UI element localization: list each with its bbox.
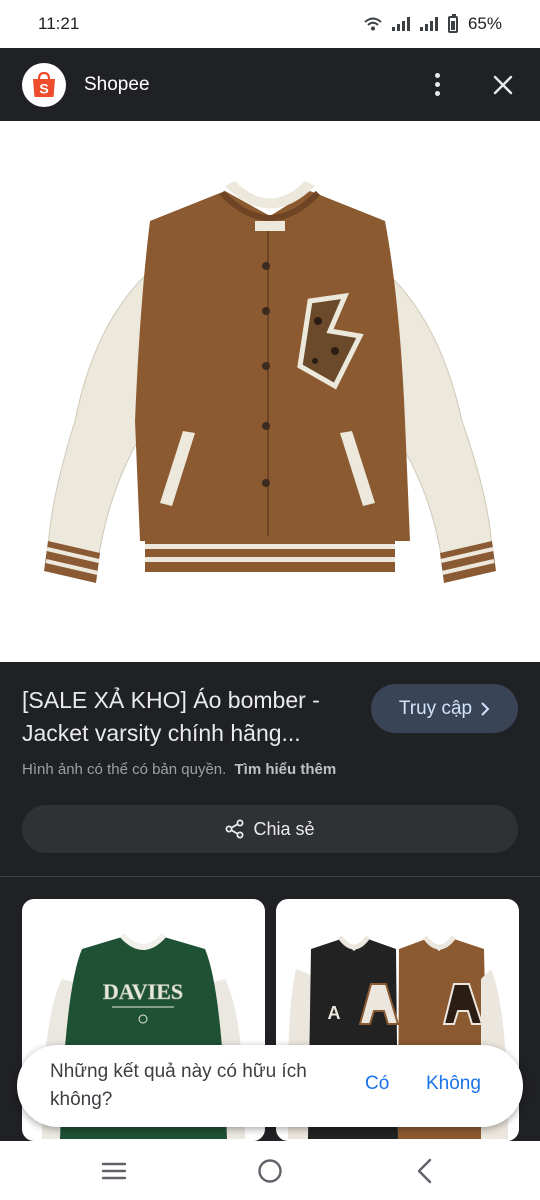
- system-nav-bar: [0, 1141, 540, 1200]
- feedback-yes-button[interactable]: Có: [365, 1073, 389, 1095]
- davies-logo-text: DAVIES: [103, 979, 183, 1004]
- copyright-notice: Hình ảnh có thể có bản quyền. Tìm hiểu t…: [22, 761, 336, 778]
- divider: [0, 876, 540, 877]
- recent-apps-icon[interactable]: [98, 1155, 130, 1187]
- battery-icon: [447, 13, 458, 33]
- home-icon[interactable]: [254, 1155, 286, 1187]
- shopee-logo: S: [22, 62, 66, 107]
- visit-label: Truy cập: [398, 697, 473, 719]
- wifi-icon: [364, 17, 382, 31]
- logo-letter: S: [39, 80, 48, 96]
- black-jacket-patch: A: [328, 1003, 341, 1023]
- product-image[interactable]: [0, 121, 540, 662]
- signal-icon: [391, 17, 410, 31]
- close-icon[interactable]: [488, 70, 518, 100]
- share-label: Chia sẻ: [253, 818, 315, 839]
- varsity-jacket-image: [44, 181, 496, 583]
- share-button[interactable]: Chia sẻ: [22, 805, 518, 853]
- more-options-icon[interactable]: [422, 70, 452, 100]
- status-icons: 65%: [364, 13, 502, 34]
- signal-icon: [419, 17, 438, 31]
- feedback-no-button[interactable]: Không: [426, 1073, 481, 1095]
- status-bar: 11:21 65%: [0, 0, 540, 48]
- share-icon: [225, 819, 244, 839]
- feedback-question: Những kết quả này có hữu ích không?: [50, 1061, 307, 1110]
- copyright-text: Hình ảnh có thể có bản quyền.: [22, 761, 227, 778]
- header-title: Shopee: [84, 73, 150, 95]
- feedback-banner: Những kết quả này có hữu ích không? Có K…: [17, 1045, 523, 1127]
- learn-more-link[interactable]: Tìm hiểu thêm: [235, 761, 337, 778]
- back-icon[interactable]: [409, 1155, 441, 1187]
- product-title[interactable]: [SALE XẢ KHO] Áo bomber - Jacket varsity…: [22, 684, 362, 750]
- app-header: S Shopee: [0, 48, 540, 121]
- status-time: 11:21: [38, 14, 80, 33]
- chevron-right-icon: [481, 701, 490, 716]
- battery-level: 65%: [467, 14, 502, 33]
- shopee-bag-icon: S: [33, 71, 55, 97]
- visit-button[interactable]: Truy cập: [371, 684, 518, 733]
